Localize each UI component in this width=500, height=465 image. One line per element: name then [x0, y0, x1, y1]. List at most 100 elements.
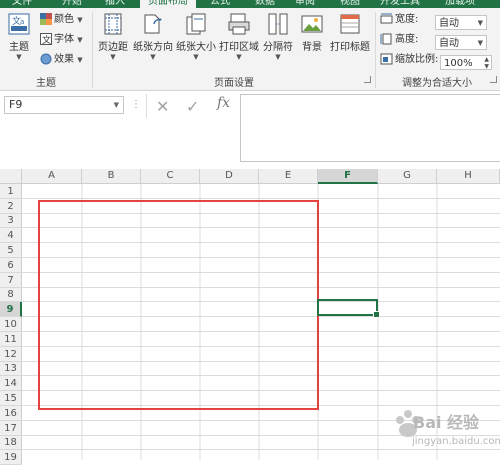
scale-group-label: 调整为合适大小	[402, 78, 472, 89]
svg-text:文: 文	[42, 34, 51, 45]
active-cell[interactable]	[317, 299, 380, 318]
row-header-3[interactable]: 3	[0, 214, 22, 228]
scale-launcher-icon[interactable]	[490, 76, 497, 83]
print-area-label: 打印区域	[219, 42, 259, 53]
column-header-b[interactable]: B	[82, 169, 141, 184]
spinner-arrows-icon[interactable]: ▲ ▼	[484, 56, 489, 70]
scale-label: 缩放比例:	[395, 54, 439, 65]
watermark-url: jingyan.baidu.com	[412, 436, 500, 447]
print-titles-button[interactable]: 打印标题	[329, 12, 371, 68]
width-select[interactable]: 自动 ▼	[435, 15, 487, 30]
background-button[interactable]: 背景	[297, 12, 327, 68]
row-header-18[interactable]: 18	[0, 436, 22, 450]
row-header-10[interactable]: 10	[0, 317, 22, 332]
theme-fonts-button[interactable]: 文 字体 ▼	[40, 32, 83, 48]
highlight-rectangle	[38, 200, 319, 410]
chevron-down-icon[interactable]: ▼	[114, 97, 119, 113]
formula-divider	[146, 94, 147, 118]
margins-button[interactable]: 页边距 ▼	[95, 12, 131, 68]
formula-input[interactable]	[240, 94, 500, 162]
column-header-e[interactable]: E	[259, 169, 318, 184]
theme-effects-button[interactable]: 效果 ▼	[40, 52, 83, 68]
watermark-brand: Bai 经验	[413, 413, 480, 432]
tab-review[interactable]: 审阅	[295, 0, 315, 8]
tab-developer[interactable]: 开发工具	[380, 0, 420, 8]
tab-file[interactable]: 文件	[12, 0, 32, 8]
enter-icon[interactable]: ✓	[186, 97, 199, 116]
scale-spinner[interactable]: 100% ▲ ▼	[440, 55, 492, 70]
tab-insert[interactable]: 插入	[105, 0, 125, 8]
chevron-down-icon: ▼	[77, 36, 83, 44]
width-icon	[380, 13, 393, 24]
height-select[interactable]: 自动 ▼	[435, 35, 487, 50]
row-header-6[interactable]: 6	[0, 258, 22, 273]
row-header-5[interactable]: 5	[0, 243, 22, 258]
themes-icon: 文 a	[8, 13, 30, 35]
resize-handle-icon[interactable]: ⋮	[131, 99, 141, 110]
tab-view[interactable]: 视图	[340, 0, 360, 8]
palette-icon	[40, 13, 52, 25]
tab-formulas[interactable]: 公式	[210, 0, 230, 8]
breaks-button[interactable]: 分隔符 ▼	[261, 12, 295, 68]
page-setup-launcher-icon[interactable]	[364, 76, 371, 83]
row-header-17[interactable]: 17	[0, 421, 22, 436]
column-header-c[interactable]: C	[141, 169, 200, 184]
chevron-down-icon: ▼	[193, 53, 199, 61]
group-divider	[92, 12, 93, 88]
row-header-12[interactable]: 12	[0, 347, 22, 362]
row-header-13[interactable]: 13	[0, 362, 22, 376]
row-header-7[interactable]: 7	[0, 273, 22, 288]
page-setup-group-label: 页面设置	[214, 78, 254, 89]
row-header-4[interactable]: 4	[0, 228, 22, 243]
insert-function-icon[interactable]: fx	[217, 95, 230, 111]
column-header-a[interactable]: A	[22, 169, 82, 184]
chevron-down-icon: ▼	[77, 16, 83, 24]
column-header-h[interactable]: H	[437, 169, 500, 184]
print-titles-label: 打印标题	[330, 42, 370, 53]
theme-colors-button[interactable]: 颜色 ▼	[40, 12, 83, 28]
background-label: 背景	[302, 42, 322, 53]
paper-size-label: 纸张大小	[176, 42, 216, 53]
print-area-icon	[228, 13, 250, 35]
chevron-down-icon: ▼	[477, 19, 483, 27]
name-box[interactable]: F9 ▼	[4, 96, 124, 114]
select-all-corner[interactable]	[0, 169, 22, 184]
row-header-9[interactable]: 9	[0, 302, 22, 317]
width-label: 宽度:	[395, 14, 419, 25]
scale-label-row: 缩放比例:	[380, 52, 438, 68]
row-header-2[interactable]: 2	[0, 199, 22, 214]
row-header-15[interactable]: 15	[0, 391, 22, 406]
chevron-down-icon: ▼	[77, 56, 83, 64]
column-header-g[interactable]: G	[378, 169, 437, 184]
row-header-11[interactable]: 11	[0, 332, 22, 347]
paper-size-icon	[186, 13, 206, 35]
row-header-8[interactable]: 8	[0, 288, 22, 302]
row-header-16[interactable]: 16	[0, 406, 22, 421]
chevron-down-icon: ▼	[236, 53, 242, 61]
column-header-f[interactable]: F	[318, 169, 378, 184]
ribbon: 文 a 主题 ▼ 颜色 ▼ 文 字体 ▼ 效果 ▼ 主题 页边距 ▼ 纸张方向 …	[0, 8, 500, 91]
formula-bar: F9 ▼ ⋮ ✕ ✓ fx	[0, 91, 500, 162]
fill-handle[interactable]	[373, 311, 380, 318]
orientation-icon	[144, 14, 162, 34]
column-header-d[interactable]: D	[200, 169, 259, 184]
row-header-19[interactable]: 19	[0, 450, 22, 465]
tab-data[interactable]: 数据	[255, 0, 275, 8]
breaks-label: 分隔符	[263, 42, 293, 53]
width-label-row: 宽度:	[380, 12, 418, 28]
print-area-button[interactable]: 打印区域 ▼	[218, 12, 260, 68]
cancel-icon[interactable]: ✕	[156, 97, 169, 116]
orientation-button[interactable]: 纸张方向 ▼	[132, 12, 174, 68]
tab-page-layout[interactable]: 页面布局	[140, 0, 196, 8]
tab-home[interactable]: 开始	[62, 0, 82, 8]
group-divider	[375, 12, 376, 88]
margins-label: 页边距	[98, 42, 128, 53]
themes-label: 主题	[9, 42, 29, 53]
theme-group-label: 主题	[36, 78, 56, 89]
theme-colors-label: 颜色	[54, 14, 74, 25]
themes-button[interactable]: 文 a 主题 ▼	[4, 12, 34, 68]
row-header-14[interactable]: 14	[0, 376, 22, 391]
paper-size-button[interactable]: 纸张大小 ▼	[175, 12, 217, 68]
tab-addins[interactable]: 加载项	[445, 0, 475, 8]
row-header-1[interactable]: 1	[0, 184, 22, 199]
